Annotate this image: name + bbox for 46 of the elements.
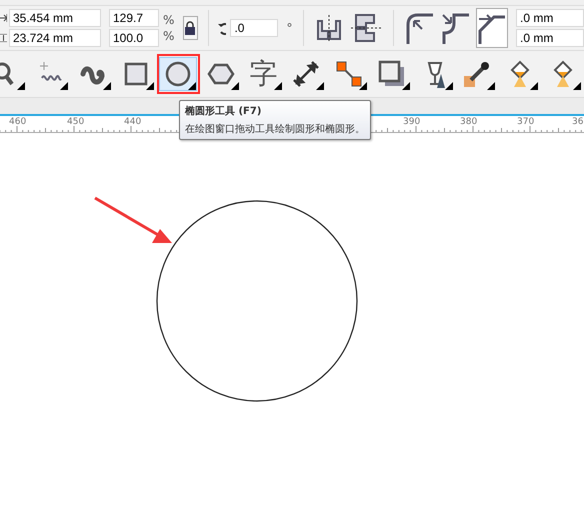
ruler-label: 380: [460, 117, 478, 127]
flyout-corner-icon: [402, 82, 410, 90]
ruler-label: 36: [572, 117, 584, 127]
rotation-field[interactable]: .0: [230, 19, 278, 37]
ellipse-icon: [164, 60, 192, 88]
eyedropper-icon: [463, 60, 492, 88]
flyout-corner-icon: [530, 82, 538, 90]
ruler-label: 390: [403, 117, 420, 127]
tool-button[interactable]: [156, 54, 200, 94]
corner-size-field[interactable]: .0 mm: [516, 29, 584, 47]
width-field[interactable]: 35.454 mm: [9, 9, 101, 27]
connector-icon: [335, 60, 364, 88]
scale-x-field[interactable]: 129.7: [109, 9, 159, 27]
flyout-corner-icon: [359, 82, 368, 90]
flyout-corner-icon: [230, 82, 239, 90]
ruler-label: 440: [124, 117, 142, 127]
ruler-label: 370: [517, 117, 534, 127]
flyout-corner-icon: [444, 82, 453, 90]
drop-shadow-icon: [378, 60, 406, 88]
width-icon: [0, 14, 7, 22]
scalloped-corner-icon: [440, 11, 471, 45]
flyout-corner-icon: [146, 82, 154, 90]
degree-label: °: [286, 21, 293, 35]
flyout-corner-icon: [487, 82, 496, 90]
percent-label: %: [163, 29, 173, 43]
ruler-label: 450: [67, 117, 84, 127]
lock-ratio-button[interactable]: [183, 16, 198, 40]
flyout-corner-icon: [17, 82, 26, 90]
magnifier-icon: [0, 62, 14, 86]
ruler-label: 460: [9, 117, 26, 127]
corner-type-button[interactable]: [476, 8, 508, 48]
tooltip-title: 椭圆形工具 (F7): [185, 104, 262, 118]
scale-y-field[interactable]: 100.0: [109, 29, 159, 47]
flyout-corner-icon: [316, 82, 324, 90]
flyout-corner-icon: [60, 82, 68, 90]
text-tool-button[interactable]: 字: [242, 54, 286, 94]
flyout-corner-icon: [188, 82, 196, 90]
corner-size-field[interactable]: .0 mm: [516, 9, 584, 27]
height-field[interactable]: 23.724 mm: [9, 29, 101, 47]
percent-label: %: [163, 13, 173, 27]
dimension-arrow-icon: [292, 60, 320, 88]
round-corner-icon: [404, 11, 435, 45]
height-icon: [0, 34, 7, 42]
flyout-corner-icon: [572, 82, 581, 90]
flyout-corner-icon: [102, 82, 111, 90]
tooltip-description: 在绘图窗口拖动工具绘制圆形和椭圆形。: [185, 122, 365, 136]
